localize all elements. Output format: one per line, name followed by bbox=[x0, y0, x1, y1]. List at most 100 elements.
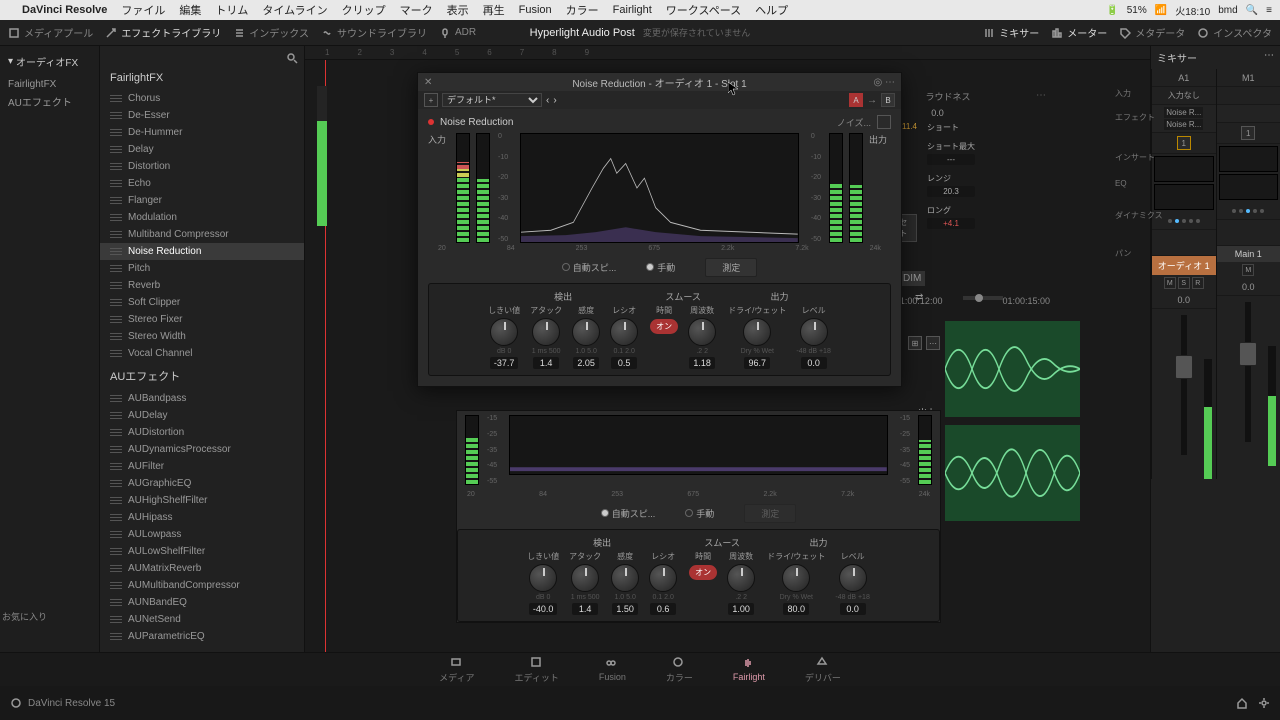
add-preset-icon[interactable]: + bbox=[424, 93, 438, 107]
nav-deliver[interactable]: デリバー bbox=[805, 656, 841, 684]
noise-reduction-window-2[interactable]: -15-25-35-45-55 -15-25-35-45-55 20842536… bbox=[456, 410, 941, 623]
p2-freq-knob[interactable]: 周波数.2 21.00 bbox=[727, 551, 755, 615]
fx-item-augraphiceq[interactable]: AUGraphicEQ bbox=[100, 475, 304, 492]
menu-trim[interactable]: トリム bbox=[215, 2, 248, 18]
fx-item-auparametriceq[interactable]: AUParametricEQ bbox=[100, 628, 304, 645]
fx-item-aumatrixreverb[interactable]: AUMatrixReverb bbox=[100, 560, 304, 577]
measure-button[interactable]: 測定 bbox=[705, 258, 757, 277]
noise-toggle[interactable] bbox=[877, 115, 891, 129]
dim-button[interactable]: DIM bbox=[899, 271, 925, 286]
preset-dropdown[interactable]: デフォルト* bbox=[442, 93, 542, 107]
noise-label[interactable]: ノイズ... bbox=[837, 116, 871, 129]
menu-help[interactable]: ヘルプ bbox=[755, 2, 788, 18]
p2-detect-knob-3[interactable]: レシオ0.1 2.00.6 bbox=[649, 551, 677, 615]
insert-m1-icon[interactable]: 1 bbox=[1241, 126, 1255, 140]
freq-knob[interactable]: 周波数.2 21.18 bbox=[688, 305, 716, 369]
close-icon[interactable]: ✕ bbox=[424, 77, 432, 88]
tb-fxlib[interactable]: エフェクトライブラリ bbox=[105, 25, 221, 40]
p2-detect-knob-0[interactable]: しきい値dB 0-40.0 bbox=[527, 551, 559, 615]
ctx-menu-icon[interactable]: ⋯ bbox=[926, 336, 940, 350]
plugin-menu-icon[interactable]: ⋯ bbox=[885, 77, 895, 88]
p1-detect-knob-2[interactable]: 感度1.0 5.02.05 bbox=[572, 305, 600, 369]
insert-1-icon[interactable]: 1 bbox=[1177, 136, 1191, 150]
p2-mode-auto[interactable]: 自動スピ... bbox=[601, 507, 656, 520]
p1-out-knob-0[interactable]: ドライ/ウェットDry % Wet96.7 bbox=[728, 305, 786, 369]
bypass-icon[interactable] bbox=[428, 119, 434, 125]
fx-item-stereo-width[interactable]: Stereo Width bbox=[100, 328, 304, 345]
tb-adr[interactable]: ADR bbox=[439, 27, 476, 39]
tab-loudness[interactable]: ラウドネス bbox=[926, 90, 971, 104]
nav-media[interactable]: メディア bbox=[439, 656, 474, 684]
clip-out[interactable] bbox=[945, 425, 1080, 521]
tb-mixer[interactable]: ミキサー bbox=[983, 25, 1039, 40]
menu-workspace[interactable]: ワークスペース bbox=[666, 2, 741, 18]
panel-menu-icon[interactable]: ⋯ bbox=[1036, 90, 1046, 101]
app-name[interactable]: DaVinci Resolve bbox=[22, 4, 107, 16]
p2-detect-knob-1[interactable]: アタック1 ms 5001.4 bbox=[569, 551, 601, 615]
nav-fusion[interactable]: Fusion bbox=[599, 657, 626, 682]
fx-item-audistortion[interactable]: AUDistortion bbox=[100, 424, 304, 441]
mode-manual[interactable]: 手動 bbox=[646, 261, 675, 274]
mixer-menu-icon[interactable]: ⋯ bbox=[1264, 50, 1274, 65]
m1-m[interactable]: M bbox=[1242, 264, 1254, 276]
a-button[interactable]: A bbox=[849, 93, 863, 107]
ch-m1-dyn[interactable] bbox=[1219, 174, 1279, 200]
track-name-m1[interactable]: Main 1 bbox=[1217, 246, 1280, 262]
tb-mediapool[interactable]: メディアプール bbox=[8, 25, 93, 40]
menu-icon[interactable]: ≡ bbox=[1266, 5, 1272, 16]
menu-timeline[interactable]: タイムライン bbox=[262, 2, 327, 18]
next-icon[interactable]: › bbox=[553, 95, 556, 106]
fx-slot-1[interactable]: Noise R... bbox=[1164, 107, 1203, 118]
fx-item-distortion[interactable]: Distortion bbox=[100, 158, 304, 175]
fx-item-stereo-fixer[interactable]: Stereo Fixer bbox=[100, 311, 304, 328]
menu-color[interactable]: カラー bbox=[566, 2, 599, 18]
a1-m[interactable]: M bbox=[1164, 277, 1176, 289]
settings-icon[interactable] bbox=[1258, 697, 1270, 709]
ch-m1-input[interactable] bbox=[1217, 87, 1280, 105]
nav-edit[interactable]: エディット bbox=[514, 656, 558, 684]
time-toggle[interactable]: 時間オン bbox=[650, 305, 678, 369]
fx-slot-2[interactable]: Noise R... bbox=[1164, 119, 1203, 130]
fx-item-audynamicsprocessor[interactable]: AUDynamicsProcessor bbox=[100, 441, 304, 458]
p2-measure-button[interactable]: 測定 bbox=[744, 504, 796, 523]
nav-color[interactable]: カラー bbox=[666, 656, 693, 684]
noise-reduction-window[interactable]: ✕Noise Reduction - オーディオ 1 - Slot 1◎ ⋯ +… bbox=[417, 72, 902, 387]
b-button[interactable]: B bbox=[881, 93, 895, 107]
menu-play[interactable]: 再生 bbox=[483, 2, 505, 18]
tb-index[interactable]: インデックス bbox=[233, 25, 309, 40]
m1-fader[interactable] bbox=[1245, 302, 1251, 442]
p2-spectrum[interactable] bbox=[509, 415, 888, 475]
audiofx-header[interactable]: ▾オーディオFX bbox=[4, 52, 95, 71]
prev-icon[interactable]: ‹ bbox=[546, 95, 549, 106]
tb-metadata[interactable]: メタデータ bbox=[1119, 25, 1185, 40]
p1-detect-knob-3[interactable]: レシオ0.1 2.00.5 bbox=[610, 305, 638, 369]
fx-item-modulation[interactable]: Modulation bbox=[100, 209, 304, 226]
p1-detect-knob-1[interactable]: アタック1 ms 5001.4 bbox=[530, 305, 562, 369]
fx-item-reverb[interactable]: Reverb bbox=[100, 277, 304, 294]
p2-out-knob-1[interactable]: レベル-48 dB +180.0 bbox=[835, 551, 869, 615]
fx-item-aulowpass[interactable]: AULowpass bbox=[100, 526, 304, 543]
menu-file[interactable]: ファイル bbox=[121, 2, 165, 18]
fx-item-auhighshelffilter[interactable]: AUHighShelfFilter bbox=[100, 492, 304, 509]
ch-a1-dyn[interactable] bbox=[1154, 184, 1214, 210]
cat-au[interactable]: AUエフェクト bbox=[4, 92, 95, 111]
p2-time-on[interactable]: オン bbox=[689, 565, 717, 580]
search-icon[interactable] bbox=[286, 52, 298, 64]
a1-fader[interactable] bbox=[1181, 315, 1187, 455]
fx-item-multiband-compressor[interactable]: Multiband Compressor bbox=[100, 226, 304, 243]
fx-item-aubandpass[interactable]: AUBandpass bbox=[100, 390, 304, 407]
menu-edit[interactable]: 編集 bbox=[179, 2, 201, 18]
tb-inspector[interactable]: インスペクタ bbox=[1197, 25, 1272, 40]
a1-r[interactable]: R bbox=[1192, 277, 1204, 289]
tb-soundlib[interactable]: サウンドライブラリ bbox=[321, 25, 427, 40]
a1-s[interactable]: S bbox=[1178, 277, 1190, 289]
menu-clip[interactable]: クリップ bbox=[342, 2, 386, 18]
fx-item-chorus[interactable]: Chorus bbox=[100, 90, 304, 107]
nav-fairlight[interactable]: Fairlight bbox=[733, 657, 765, 682]
menu-fusion[interactable]: Fusion bbox=[519, 4, 552, 16]
ch-a1-eq[interactable] bbox=[1154, 156, 1214, 182]
timeline-ruler[interactable]: 123456789 bbox=[305, 46, 1280, 60]
fx-item-soft-clipper[interactable]: Soft Clipper bbox=[100, 294, 304, 311]
spectrum-display[interactable] bbox=[520, 133, 799, 243]
fx-item-de-hummer[interactable]: De-Hummer bbox=[100, 124, 304, 141]
